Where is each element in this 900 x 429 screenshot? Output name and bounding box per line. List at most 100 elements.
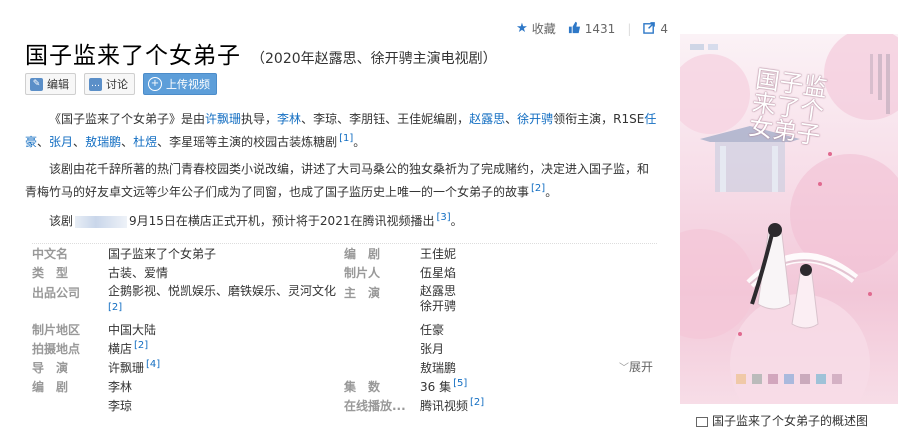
edit-button[interactable]: ✎ 编辑 xyxy=(25,73,76,95)
info-label: 中文名 xyxy=(32,247,69,261)
expand-button[interactable]: ﹀展开 xyxy=(619,358,653,375)
info-value: 中国大陆 xyxy=(108,323,157,337)
star-icon: ★ xyxy=(516,21,528,36)
intro-paragraph-2: 该剧由花千辞所著的热门青春校园类小说改编，讲述了大司马桑公的独女桑祈为了完成赌约… xyxy=(25,160,657,202)
info-value: 王佳妮 xyxy=(420,247,457,261)
poster-image[interactable]: 国子监来了个女弟子 xyxy=(680,34,898,404)
infobox: 中文名 国子监来了个女弟子 编 剧 王佳妮 类 型 古装、爱情 制片人 伍星焰 出品公司… xyxy=(32,243,657,415)
info-value: 赵露思 徐开骋 xyxy=(420,284,656,314)
discuss-button[interactable]: … 讨论 xyxy=(84,73,135,95)
divider: | xyxy=(627,21,632,36)
info-value: 企鹅影视、悦凯娱乐、磨铁娱乐、灵河文化 [2] xyxy=(108,284,344,315)
info-row: 编 剧 李林 集 数 36 集 [5] xyxy=(32,377,657,396)
action-buttons: ✎ 编辑 … 讨论 + 上传视频 xyxy=(25,73,217,95)
share-icon xyxy=(643,21,656,37)
redacted-text xyxy=(75,215,128,228)
share-count: 4 xyxy=(660,21,668,36)
info-value-text: 徐开骋 xyxy=(420,299,457,313)
intro-paragraph-1: 《国子监来了个女弟子》是由许飘珊执导，李林、李琼、李朋钰、王佳妮编剧，赵露思、 徐… xyxy=(25,110,657,152)
stats-bar: ★ 收藏 1431 | 4 xyxy=(516,20,668,37)
info-value-text: 36 集 xyxy=(420,380,452,394)
pencil-icon: ✎ xyxy=(30,77,43,91)
title-main: 国子监来了个女弟子 xyxy=(25,43,241,69)
info-value-text: 腾讯视频 xyxy=(420,399,469,413)
info-label: 在线播放... xyxy=(344,399,406,413)
poster-caption[interactable]: 国子监来了个女弟子的概述图 xyxy=(696,412,868,429)
reference-link[interactable]: [4] xyxy=(146,359,160,370)
info-label: 主 演 xyxy=(344,286,381,300)
info-value-text: 许飘珊 xyxy=(108,361,145,375)
info-label: 编 剧 xyxy=(32,380,69,394)
expand-label: 展开 xyxy=(628,360,653,374)
info-label: 集 数 xyxy=(344,380,381,394)
reference-link[interactable]: [2] xyxy=(531,183,545,194)
actor-link[interactable]: 赵露思 xyxy=(469,112,505,126)
like-count: 1431 xyxy=(584,21,616,36)
title-subtitle: （2020年赵露思、徐开骋主演电视剧） xyxy=(251,51,497,67)
thumbs-up-icon xyxy=(568,21,581,37)
text: 、 xyxy=(73,135,86,149)
text: 、李星瑶等主演的校园古装炼糖剧 xyxy=(157,135,338,149)
info-value-text: 企鹅影视、悦凯娱乐、磨铁娱乐、灵河文化 xyxy=(108,284,337,298)
info-value: 李林 xyxy=(108,380,133,394)
info-value: 国子监来了个女弟子 xyxy=(108,247,217,261)
edit-label: 编辑 xyxy=(47,78,69,91)
actor-link[interactable]: 徐开骋 xyxy=(517,112,553,126)
poster-caption-text: 国子监来了个女弟子的概述图 xyxy=(712,414,869,428)
poster-title: 国子监来了个女弟子 xyxy=(747,64,829,151)
text: 。 xyxy=(353,135,366,149)
actor-link[interactable]: 张月 xyxy=(49,135,73,149)
page-title: 国子监来了个女弟子 （2020年赵露思、徐开骋主演电视剧） xyxy=(25,36,497,70)
upload-video-button[interactable]: + 上传视频 xyxy=(143,73,217,95)
actor-link[interactable]: 杜煜 xyxy=(133,135,157,149)
share-button[interactable]: 4 xyxy=(643,21,668,37)
text: 、 xyxy=(37,135,50,149)
info-row: 制片地区 中国大陆 任豪 xyxy=(32,320,657,339)
chevron-down-icon: ﹀ xyxy=(618,363,629,374)
text: 9月15日在横店正式开机，预计将于2021在腾讯视频播出 xyxy=(129,214,435,228)
info-row: 导 演许飘珊 [4] 敖瑞鹏 ﹀展开 xyxy=(32,358,657,377)
info-row: 类 型 古装、爱情 制片人 伍星焰 xyxy=(32,263,657,282)
info-value-text: 横店 xyxy=(108,342,133,356)
intro-paragraph-3: 该剧 9月15日在横店正式开机，预计将于2021在腾讯视频播出 [3]。 xyxy=(25,208,657,231)
info-value: 36 集 [5] xyxy=(420,378,656,395)
reference-link[interactable]: [5] xyxy=(453,378,467,389)
reference-link[interactable]: [2] xyxy=(470,397,484,408)
info-label: 类 型 xyxy=(32,266,69,280)
reference-link[interactable]: [1] xyxy=(339,133,353,144)
favorite-label: 收藏 xyxy=(531,22,556,36)
info-value-text: 赵露思 xyxy=(420,284,457,298)
like-button[interactable]: 1431 xyxy=(568,21,616,37)
info-row: 出品公司 企鹅影视、悦凯娱乐、磨铁娱乐、灵河文化 [2] 主 演 赵露思 徐开骋 xyxy=(32,282,657,320)
info-label: 拍摄地点 xyxy=(32,342,81,356)
reference-link[interactable]: [2] xyxy=(108,302,122,313)
favorite-button[interactable]: ★ 收藏 xyxy=(516,20,556,37)
plus-circle-icon: + xyxy=(148,77,162,91)
writer-link[interactable]: 李林 xyxy=(277,112,301,126)
info-row: 李琼 在线播放... 腾讯视频 [2] xyxy=(32,396,657,415)
info-label: 出品公司 xyxy=(32,286,81,300)
chat-icon: … xyxy=(89,77,102,91)
info-row: 中文名 国子监来了个女弟子 编 剧 王佳妮 xyxy=(32,244,657,263)
info-value: 古装、爱情 xyxy=(108,266,169,280)
info-value: 许飘珊 [4] xyxy=(108,359,344,376)
reference-link[interactable]: [3] xyxy=(436,212,450,223)
director-link[interactable]: 许飘珊 xyxy=(205,112,241,126)
info-label: 编 剧 xyxy=(344,247,381,261)
text: 《国子监来了个女弟子》是由 xyxy=(49,112,206,126)
text: 领衔主演，R1SE xyxy=(553,112,645,126)
text: 执导， xyxy=(241,112,278,126)
text: 、 xyxy=(121,135,134,149)
info-label: 导 演 xyxy=(32,361,69,375)
text: 。 xyxy=(545,185,558,199)
info-value: 横店 [2] xyxy=(108,340,344,357)
info-label: 制片人 xyxy=(344,266,381,280)
info-value: 任豪 xyxy=(420,323,445,337)
text: 、李琼、李朋钰、王佳妮编剧， xyxy=(301,112,470,126)
text: 。 xyxy=(450,214,463,228)
actor-link[interactable]: 敖瑞鹏 xyxy=(85,135,121,149)
info-value: 伍星焰 xyxy=(420,266,457,280)
text: 该剧 xyxy=(49,214,74,228)
info-label: 制片地区 xyxy=(32,323,81,337)
reference-link[interactable]: [2] xyxy=(134,340,148,351)
